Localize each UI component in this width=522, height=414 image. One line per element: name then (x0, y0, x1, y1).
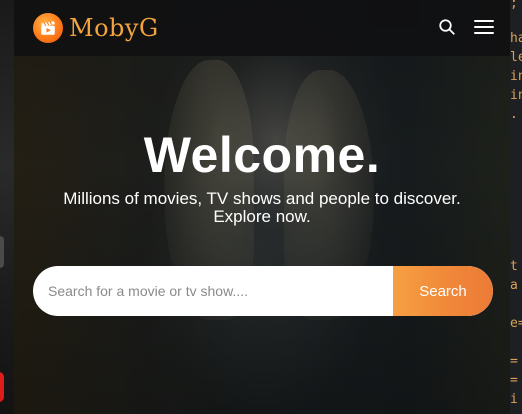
code-fragment: i (510, 392, 518, 407)
code-fragment: ; (510, 0, 518, 11)
brand-name: MobyG (69, 14, 159, 42)
search-icon[interactable] (438, 18, 456, 36)
code-fragment: e= (510, 316, 522, 331)
search-button[interactable]: Search (393, 266, 493, 316)
code-fragment: in (510, 88, 522, 103)
brand-logo-link[interactable]: MobyG (33, 13, 159, 43)
hero-subtitle: Millions of movies, TV shows and people … (14, 190, 510, 226)
background-code-editor-edge: ; ha le in in . t a e= = = i (510, 0, 522, 414)
code-fragment: t (510, 259, 518, 274)
search-bar: Search (33, 266, 493, 316)
hero-subtitle-line: Millions of movies, TV shows and people … (63, 189, 461, 208)
movie-clapperboard-icon (33, 13, 63, 43)
hero-subtitle-line: Explore now. (213, 207, 311, 226)
background-red-indicator (0, 372, 4, 402)
code-fragment: = (510, 373, 518, 388)
hamburger-menu-icon[interactable] (474, 19, 494, 35)
code-fragment: a (510, 278, 518, 293)
search-input[interactable] (33, 266, 393, 316)
code-fragment: = (510, 354, 518, 369)
code-fragment: . (510, 107, 518, 122)
background-window-edge (0, 0, 14, 414)
code-fragment: ha (510, 31, 522, 46)
code-fragment: le (510, 50, 522, 65)
screen: MobyG Welcome. Millions of movies, TV sh… (0, 0, 522, 414)
code-fragment: in (510, 69, 522, 84)
hero-title: Welcome. (143, 127, 381, 183)
top-navbar: MobyG (14, 0, 510, 56)
background-tab-marker (0, 236, 4, 268)
